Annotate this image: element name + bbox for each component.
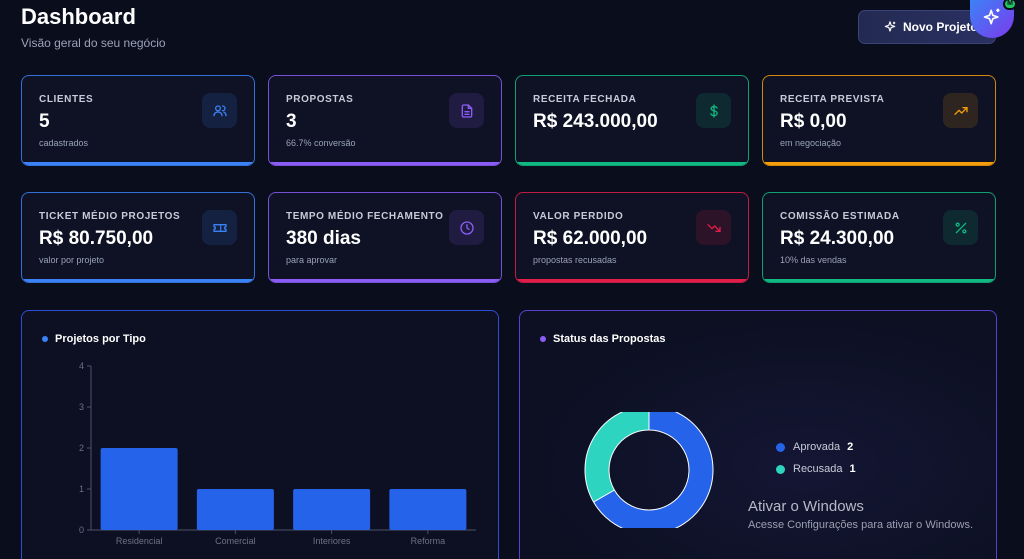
- metric-card: COMISSÃO ESTIMADA R$ 24.300,00 10% das ven…: [762, 192, 996, 283]
- metric-card: RECEITA PREVISTA R$ 0,00 em negociação: [762, 75, 996, 166]
- metric-card-subtext: 66.7% conversão: [286, 138, 356, 148]
- dollar-icon: [696, 93, 731, 128]
- metric-card-value: 3: [286, 111, 297, 132]
- metric-card-accent-bar: [22, 279, 254, 282]
- sparkle-icon: [883, 20, 897, 34]
- bar: [100, 448, 178, 530]
- metric-card: TEMPO MÉDIO FECHAMENTO 380 dias para aprov…: [268, 192, 502, 283]
- legend-value: 1: [849, 463, 856, 475]
- metric-card-label: COMISSÃO ESTIMADA: [780, 211, 900, 222]
- x-tick-label: Residencial: [116, 536, 163, 546]
- metric-card-value: R$ 62.000,00: [533, 228, 648, 249]
- metric-card-label: RECEITA FECHADA: [533, 94, 637, 105]
- proposal-status-donut: [584, 412, 714, 528]
- bar: [196, 489, 274, 530]
- document-icon: [449, 93, 484, 128]
- y-tick-label: 2: [79, 443, 84, 453]
- metric-card-accent-bar: [269, 279, 501, 282]
- users-icon: [202, 93, 237, 128]
- windows-activation-subtitle: Acesse Configurações para ativar o Windo…: [748, 519, 973, 531]
- metric-card-value: R$ 243.000,00: [533, 111, 658, 132]
- metric-card-subtext: 10% das vendas: [780, 255, 847, 265]
- ticket-icon: [202, 210, 237, 245]
- notification-badge: M: [1003, 0, 1017, 10]
- sparkle-icon: [982, 7, 1002, 32]
- metric-card-subtext: valor por projeto: [39, 255, 105, 265]
- metric-card-value: 5: [39, 111, 50, 132]
- metric-card-value: 380 dias: [286, 228, 361, 249]
- title-dot: [540, 336, 546, 342]
- metric-card-accent-bar: [763, 162, 995, 165]
- legend-label: Aprovada: [793, 441, 841, 453]
- legend-label: Recusada: [793, 463, 843, 475]
- projects-bar-chart: 0 1 2 3 4 Residencial Comercial Interiores Refor…: [79, 361, 476, 546]
- clock-icon: [449, 210, 484, 245]
- x-tick-label: Reforma: [411, 536, 446, 546]
- page-title: Dashboard: [21, 4, 136, 29]
- y-tick-label: 3: [79, 402, 84, 412]
- metric-card-accent-bar: [269, 162, 501, 165]
- metric-card-value: R$ 80.750,00: [39, 228, 154, 249]
- metric-card-label: RECEITA PREVISTA: [780, 94, 885, 105]
- legend-item: Recusada 1: [776, 463, 856, 475]
- metric-card-accent-bar: [516, 162, 748, 165]
- metric-card-label: TICKET MÉDIO PROJETOS: [39, 211, 181, 222]
- metric-card: PROPOSTAS 3 66.7% conversão: [268, 75, 502, 166]
- windows-activation-title: Ativar o Windows: [748, 498, 864, 515]
- status-panel-title: Status das Propostas: [540, 333, 665, 345]
- metric-card-subtext: cadastrados: [39, 138, 89, 148]
- metric-card-subtext: propostas recusadas: [533, 255, 617, 265]
- x-tick-label: Comercial: [215, 536, 256, 546]
- metric-card: TICKET MÉDIO PROJETOS R$ 80.750,00 valor p…: [21, 192, 255, 283]
- metric-card-value: R$ 0,00: [780, 111, 847, 132]
- metric-card-label: TEMPO MÉDIO FECHAMENTO: [286, 211, 444, 222]
- metric-card: RECEITA FECHADA R$ 243.000,00: [515, 75, 749, 166]
- status-panel-title-text: Status das Propostas: [553, 333, 666, 345]
- y-tick-label: 0: [79, 525, 84, 535]
- legend-item: Aprovada 2: [776, 441, 853, 453]
- metric-card-subtext: em negociação: [780, 138, 842, 148]
- y-tick-label: 4: [79, 361, 84, 371]
- metric-card-subtext: para aprovar: [286, 255, 338, 265]
- x-tick-label: Interiores: [313, 536, 351, 546]
- legend-color-dot: [776, 442, 785, 452]
- metric-card: VALOR PERDIDO R$ 62.000,00 propostas recus…: [515, 192, 749, 283]
- new-project-label: Novo Projeto: [903, 20, 978, 34]
- metric-card: CLIENTES 5 cadastrados: [21, 75, 255, 166]
- metric-card-label: PROPOSTAS: [286, 94, 354, 105]
- metric-card-value: R$ 24.300,00: [780, 228, 895, 249]
- percent-icon: [943, 210, 978, 245]
- metric-card-accent-bar: [516, 279, 748, 282]
- bar: [293, 489, 371, 530]
- trending-down-icon: [696, 210, 731, 245]
- trending-up-icon: [943, 93, 978, 128]
- donut-slice: [584, 412, 650, 503]
- legend-color-dot: [776, 464, 785, 474]
- bar: [389, 489, 467, 530]
- metric-card-label: VALOR PERDIDO: [533, 211, 624, 222]
- page-subtitle: Visão geral do seu negócio: [21, 36, 166, 50]
- legend-value: 2: [847, 441, 854, 453]
- metric-card-label: CLIENTES: [39, 94, 94, 105]
- metric-card-accent-bar: [763, 279, 995, 282]
- metric-card-accent-bar: [22, 162, 254, 165]
- y-tick-label: 1: [79, 484, 84, 494]
